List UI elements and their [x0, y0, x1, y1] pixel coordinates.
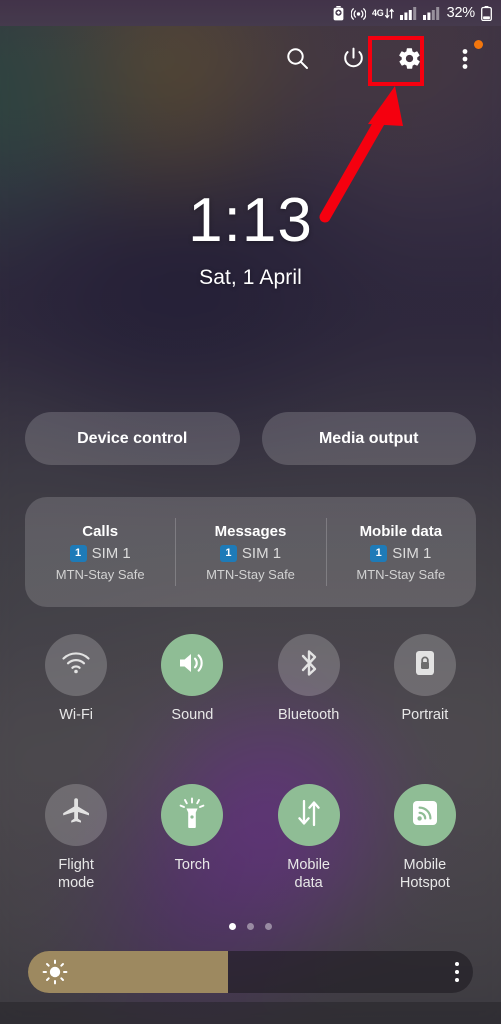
toggle-label: Flight mode [57, 857, 95, 891]
sim-column-title: Calls [82, 522, 119, 540]
toggle-wifi[interactable]: Wi-Fi [18, 634, 134, 724]
clock-time: 1:13 [188, 186, 313, 255]
toggle-label: Bluetooth [277, 707, 340, 723]
sim-column-title: Mobile data [359, 522, 443, 540]
toggle-row-1: Wi-Fi Sound Bluetooth Portrait [18, 634, 483, 724]
signal-sim1-icon [399, 6, 417, 20]
toggle-label: Mobile Hotspot [399, 857, 450, 891]
settings-button[interactable] [381, 36, 437, 86]
flashlight-icon [179, 797, 205, 834]
panel-header [269, 36, 493, 86]
search-button[interactable] [269, 36, 325, 86]
toggle-label: Wi-Fi [59, 707, 94, 723]
power-button[interactable] [325, 36, 381, 86]
airplane-icon [61, 797, 91, 833]
toggle-mobile-data[interactable]: Mobile data [251, 784, 367, 892]
toggle-circle [393, 634, 456, 696]
toggle-sound[interactable]: Sound [134, 634, 250, 724]
more-options-icon [462, 47, 468, 76]
battery-saver-icon [332, 5, 345, 21]
power-icon [341, 46, 366, 76]
toggle-circle [45, 784, 108, 846]
brightness-more-options-button[interactable] [455, 951, 459, 993]
device-control-button[interactable]: Device control [25, 412, 240, 465]
sim-name: SIM 1 [241, 544, 282, 562]
toggle-row-2: Flight mode Torch Mobile data Mobile Hot… [18, 784, 483, 892]
toggle-mobile-hotspot[interactable]: Mobile Hotspot [367, 784, 483, 892]
page-dot-3[interactable] [265, 923, 272, 930]
battery-percent-label: 32% [446, 5, 476, 21]
sim-card-panel: Calls 1 SIM 1 MTN-Stay Safe Messages 1 S… [25, 497, 476, 607]
sim-badge: 1 [69, 544, 87, 562]
sim-badge: 1 [370, 544, 388, 562]
navigation-bar [0, 1002, 501, 1024]
toggle-circle [45, 634, 108, 696]
page-dot-2[interactable] [247, 923, 254, 930]
toggle-circle [393, 784, 456, 846]
bluetooth-icon [298, 648, 320, 683]
sim-carrier: MTN-Stay Safe [206, 566, 295, 582]
sim-column-messages[interactable]: Messages 1 SIM 1 MTN-Stay Safe [175, 497, 325, 607]
notification-dot [474, 40, 483, 49]
toggle-bluetooth[interactable]: Bluetooth [251, 634, 367, 724]
mobile-data-arrows-icon: 4G [372, 7, 394, 20]
sim-carrier: MTN-Stay Safe [356, 566, 446, 582]
toggle-label: Torch [174, 857, 211, 873]
toggle-circle [277, 784, 340, 846]
brightness-slider[interactable] [28, 951, 473, 993]
toggle-flight-mode[interactable]: Flight mode [18, 784, 134, 892]
toggle-portrait[interactable]: Portrait [367, 634, 483, 724]
toggle-circle [161, 784, 224, 846]
toggle-circle [161, 634, 224, 696]
sim-badge: 1 [219, 544, 237, 562]
sim-name: SIM 1 [91, 544, 131, 562]
quick-action-row: Device control Media output [25, 412, 476, 465]
sim-name: SIM 1 [392, 544, 432, 562]
more-options-button[interactable] [437, 36, 493, 86]
rotation-lock-icon [413, 649, 437, 682]
more-options-icon [455, 962, 459, 966]
hotspot-icon [350, 6, 366, 21]
brightness-sun-icon [42, 959, 68, 985]
status-bar: 4G 32% [0, 0, 501, 26]
toggle-label: Mobile data [287, 857, 330, 891]
toggle-torch[interactable]: Torch [134, 784, 250, 892]
toggle-label: Portrait [401, 707, 449, 723]
quick-settings-panel: 4G 32% 1:13 Sat, 1 April Device control … [0, 0, 501, 1024]
toggle-label: Sound [171, 707, 214, 723]
page-indicator [0, 923, 501, 930]
clock-widget[interactable]: 1:13 Sat, 1 April [0, 190, 501, 290]
page-dot-1[interactable] [229, 923, 236, 930]
hotspot-icon [411, 799, 439, 832]
toggle-circle [277, 634, 340, 696]
gear-icon [397, 46, 422, 76]
media-output-button[interactable]: Media output [261, 412, 476, 465]
sound-icon [177, 650, 207, 681]
clock-date: Sat, 1 April [199, 266, 302, 289]
signal-sim2-icon [422, 6, 440, 20]
battery-icon [481, 5, 492, 21]
more-options-icon [455, 978, 459, 982]
sim-column-calls[interactable]: Calls 1 SIM 1 MTN-Stay Safe [25, 497, 175, 607]
wifi-icon [61, 651, 91, 680]
more-options-icon [455, 970, 459, 974]
sim-column-mobile-data[interactable]: Mobile data 1 SIM 1 MTN-Stay Safe [325, 497, 476, 607]
network-type-label: 4G [371, 8, 384, 18]
search-icon [285, 46, 310, 76]
sim-carrier: MTN-Stay Safe [55, 566, 145, 582]
sim-column-title: Messages [214, 522, 287, 540]
mobile-data-icon [295, 798, 323, 833]
